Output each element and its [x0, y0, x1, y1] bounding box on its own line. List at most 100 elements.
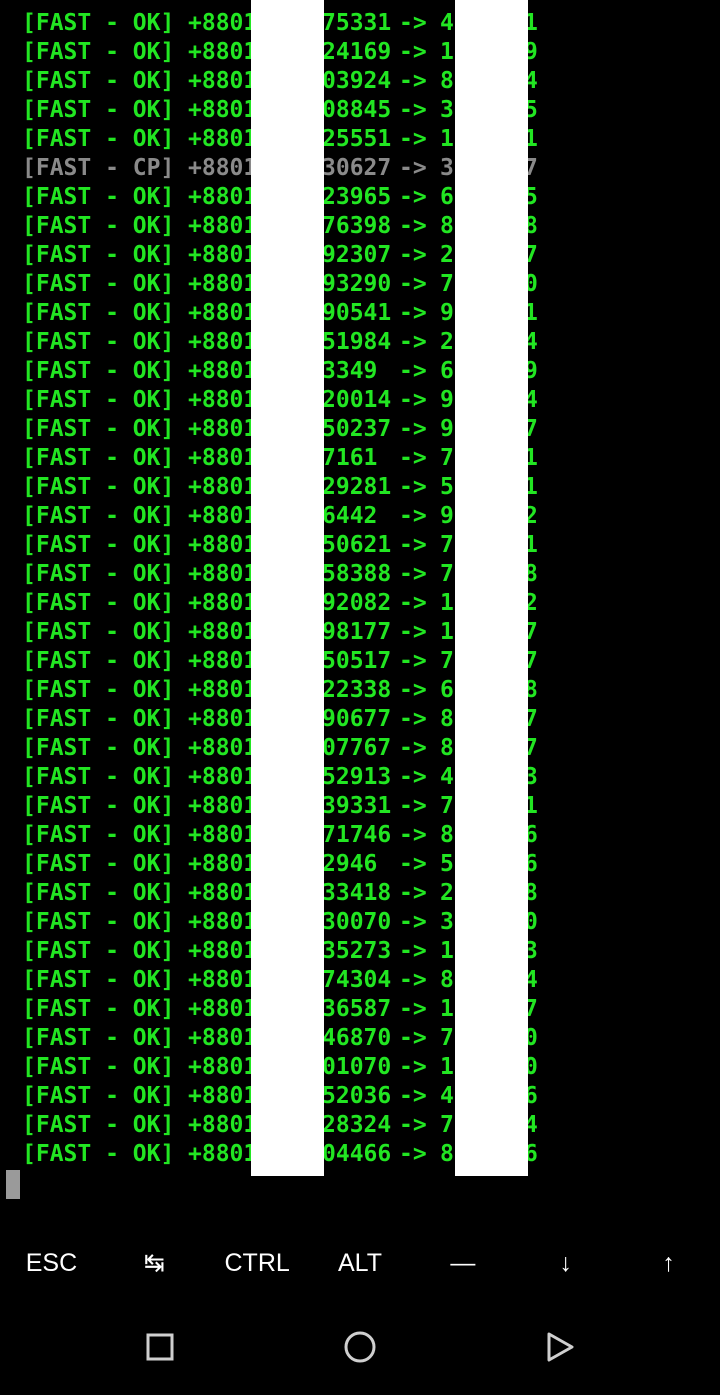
status-tag: [FAST - CP] — [22, 155, 175, 181]
password-first-char: 2 — [440, 329, 454, 355]
phone-prefix: +8801 — [188, 271, 258, 297]
phone-prefix: +8801 — [188, 155, 258, 181]
arrow-separator: -> — [399, 561, 427, 587]
phone-prefix: +8801 — [188, 735, 258, 761]
terminal-output[interactable]: [FAST - OK] +8801 7 5 3 3 1 -> 4 1 [FAST - OK] +880… — [0, 0, 720, 1200]
password-first-char: 3 — [440, 97, 454, 123]
phone-suffix: 90677 — [322, 706, 392, 732]
phone-suffix: 98177 — [322, 619, 392, 645]
status-tag: [FAST - OK] — [22, 1025, 175, 1051]
password-first-char: 5 — [440, 851, 454, 877]
status-tag: [FAST - OK] — [22, 271, 175, 297]
arrow-separator: -> — [399, 880, 427, 906]
arrow-separator: -> — [399, 1112, 427, 1138]
phone-suffix: 25551 — [322, 126, 392, 152]
phone-suffix: 08845 — [322, 97, 392, 123]
password-first-char: 8 — [440, 706, 454, 732]
status-tag: [FAST - OK] — [22, 1054, 175, 1080]
phone-prefix: +8801 — [188, 10, 258, 36]
password-first-char: 1 — [440, 619, 454, 645]
password-first-char: 7 — [440, 793, 454, 819]
phone-suffix: 35273 — [322, 938, 392, 964]
arrow-separator: -> — [399, 416, 427, 442]
phone-suffix: 51984 — [322, 329, 392, 355]
status-tag: [FAST - OK] — [22, 387, 175, 413]
circle-icon — [344, 1331, 376, 1363]
status-tag: [FAST - OK] — [22, 300, 175, 326]
password-first-char: 2 — [440, 242, 454, 268]
phone-suffix: 52913 — [322, 764, 392, 790]
phone-suffix: 92307 — [322, 242, 392, 268]
arrow-separator: -> — [399, 1083, 427, 1109]
esc-key[interactable]: ESC — [0, 1232, 103, 1294]
phone-prefix: +8801 — [188, 1112, 258, 1138]
status-tag: [FAST - OK] — [22, 1083, 175, 1109]
status-tag: [FAST - OK] — [22, 242, 175, 268]
password-first-char: 6 — [440, 184, 454, 210]
arrow-separator: -> — [399, 793, 427, 819]
phone-suffix: 50237 — [322, 416, 392, 442]
status-tag: [FAST - OK] — [22, 184, 175, 210]
status-tag: [FAST - OK] — [22, 358, 175, 384]
status-tag: [FAST - OK] — [22, 68, 175, 94]
status-tag: [FAST - OK] — [22, 619, 175, 645]
arrow-separator: -> — [399, 445, 427, 471]
phone-prefix: +8801 — [188, 532, 258, 558]
phone-prefix: +8801 — [188, 503, 258, 529]
status-tag: [FAST - OK] — [22, 1141, 175, 1167]
home-button[interactable] — [340, 1327, 380, 1367]
password-first-char: 7 — [440, 445, 454, 471]
phone-prefix: +8801 — [188, 909, 258, 935]
status-tag: [FAST - OK] — [22, 677, 175, 703]
arrow-separator: -> — [399, 590, 427, 616]
arrow-down-key[interactable]: ↓ — [514, 1232, 617, 1294]
arrow-separator: -> — [399, 851, 427, 877]
password-first-char: 1 — [440, 126, 454, 152]
arrow-separator: -> — [399, 155, 427, 181]
password-first-char: 9 — [440, 503, 454, 529]
terminal-cursor — [6, 1170, 20, 1199]
phone-suffix: 30070 — [322, 909, 392, 935]
password-first-char: 8 — [440, 735, 454, 761]
dash-key[interactable]: — — [411, 1232, 514, 1294]
arrow-separator: -> — [399, 242, 427, 268]
phone-suffix: 7161 — [322, 445, 378, 471]
arrow-separator: -> — [399, 213, 427, 239]
phone-suffix: 36587 — [322, 996, 392, 1022]
password-first-char: 3 — [440, 155, 454, 181]
password-first-char: 1 — [440, 590, 454, 616]
phone-suffix: 01070 — [322, 1054, 392, 1080]
status-tag: [FAST - OK] — [22, 590, 175, 616]
arrow-separator: -> — [399, 329, 427, 355]
password-first-char: 7 — [440, 1025, 454, 1051]
alt-key[interactable]: ALT — [309, 1232, 412, 1294]
arrow-separator: -> — [399, 648, 427, 674]
password-first-char: 8 — [440, 1141, 454, 1167]
password-first-char: 4 — [440, 10, 454, 36]
back-button[interactable] — [540, 1327, 580, 1367]
phone-prefix: +8801 — [188, 880, 258, 906]
recents-button[interactable] — [140, 1327, 180, 1367]
password-first-char: 7 — [440, 648, 454, 674]
phone-suffix: 28324 — [322, 1112, 392, 1138]
ctrl-key[interactable]: CTRL — [206, 1232, 309, 1294]
password-first-char: 3 — [440, 909, 454, 935]
password-first-char: 1 — [440, 938, 454, 964]
phone-suffix: 46870 — [322, 1025, 392, 1051]
phone-prefix: +8801 — [188, 416, 258, 442]
arrow-up-key[interactable]: ↑ — [617, 1232, 720, 1294]
phone-prefix: +8801 — [188, 561, 258, 587]
tab-key[interactable]: ↹ — [103, 1232, 206, 1294]
arrow-separator: -> — [399, 619, 427, 645]
status-tag: [FAST - OK] — [22, 561, 175, 587]
phone-prefix: +8801 — [188, 68, 258, 94]
phone-prefix: +8801 — [188, 619, 258, 645]
status-tag: [FAST - OK] — [22, 996, 175, 1022]
phone-prefix: +8801 — [188, 706, 258, 732]
password-first-char: 4 — [440, 1083, 454, 1109]
status-tag: [FAST - OK] — [22, 735, 175, 761]
status-tag: [FAST - OK] — [22, 39, 175, 65]
password-first-char: 7 — [440, 561, 454, 587]
phone-suffix: 24169 — [322, 39, 392, 65]
status-tag: [FAST - OK] — [22, 909, 175, 935]
